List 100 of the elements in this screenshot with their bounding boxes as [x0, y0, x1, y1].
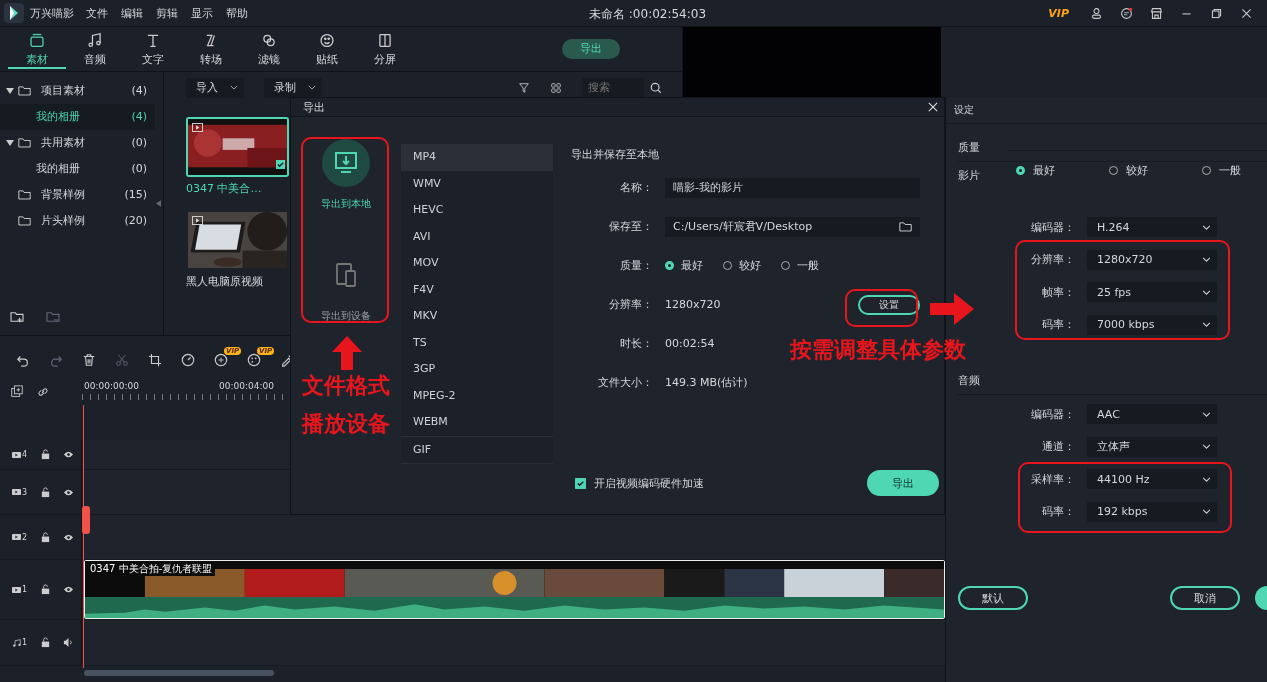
palette-icon[interactable] — [247, 353, 261, 368]
new-folder-icon[interactable] — [10, 310, 24, 323]
record-dropdown[interactable]: 录制 — [264, 77, 322, 98]
format-item[interactable]: AVI — [401, 223, 553, 251]
dropdown[interactable]: 7000 kbps — [1087, 314, 1217, 335]
folder-item[interactable]: 共用素材 (0) — [0, 129, 155, 156]
eye-icon[interactable] — [63, 449, 74, 460]
chevron-down-icon — [308, 85, 316, 91]
menu-item[interactable]: 显示 — [191, 5, 213, 21]
cancel-button[interactable]: 取消 — [1170, 586, 1240, 610]
menu-item[interactable]: 剪辑 — [156, 5, 178, 21]
time-ruler[interactable]: 00:00:00:00 00:00:04:00 — [82, 376, 288, 412]
dropdown[interactable]: 25 fps — [1087, 282, 1217, 303]
store-icon[interactable] — [1150, 6, 1163, 20]
menu-item[interactable]: 文件 — [86, 5, 108, 21]
toolbar-tab[interactable]: 贴纸 — [298, 28, 356, 70]
import-dropdown[interactable]: 导入 — [186, 77, 244, 98]
add-track-icon[interactable] — [10, 384, 24, 399]
format-item[interactable]: HEVC — [401, 197, 553, 224]
folder-item[interactable]: 片头样例 (20) — [0, 207, 155, 234]
filter-icon[interactable] — [518, 81, 530, 94]
eye-icon[interactable] — [63, 584, 74, 595]
expand-icon[interactable] — [6, 138, 14, 147]
lock-icon[interactable] — [40, 531, 51, 543]
format-item[interactable]: MP4 — [401, 144, 553, 171]
menu-item[interactable]: 帮助 — [226, 5, 248, 21]
path-field[interactable]: C:/Users/轩宸君V/Desktop — [665, 216, 920, 237]
toolbar-tab[interactable]: 音频 — [66, 28, 124, 70]
remove-folder-icon[interactable] — [46, 310, 60, 323]
grid-icon[interactable] — [550, 81, 562, 94]
album-item[interactable]: 我的相册 (4) — [0, 103, 155, 130]
export-button[interactable]: 导出 — [562, 38, 620, 59]
effect-icon[interactable] — [214, 353, 228, 368]
crop-icon[interactable] — [148, 353, 162, 368]
toolbar-tab[interactable]: 素材 — [8, 28, 66, 70]
music-note-icon — [12, 638, 21, 647]
checkbox[interactable] — [575, 477, 586, 489]
speaker-icon[interactable] — [63, 637, 74, 648]
delete-icon[interactable] — [82, 353, 96, 368]
export-button[interactable]: 导出 — [867, 470, 939, 497]
toolbar-tab[interactable]: 分屏 — [356, 28, 414, 70]
annotation-text: 播放设备 — [302, 410, 390, 438]
track-label: 2 — [12, 532, 28, 542]
album-item[interactable]: 我的相册 (0) — [0, 155, 155, 182]
scrollbar-thumb[interactable] — [84, 670, 274, 676]
expand-icon[interactable] — [6, 86, 14, 95]
menu-item[interactable]: 编辑 — [121, 5, 143, 21]
toolbar-tab[interactable]: 滤镜 — [240, 28, 298, 70]
user-icon[interactable] — [1090, 6, 1103, 20]
settings-button[interactable]: 设置 — [858, 294, 920, 315]
format-item[interactable]: GIF — [401, 435, 553, 465]
lock-icon[interactable] — [40, 449, 51, 460]
export-target[interactable]: 导出到设备 — [321, 251, 371, 324]
close-icon[interactable] — [1240, 6, 1253, 20]
field-label: 通道： — [1041, 439, 1075, 455]
redo-icon[interactable] — [49, 353, 63, 368]
undo-icon[interactable] — [16, 353, 30, 368]
format-item[interactable]: WMV — [401, 170, 553, 198]
dropdown[interactable]: H.264 — [1087, 217, 1217, 238]
dropdown[interactable]: AAC — [1087, 404, 1217, 425]
close-icon[interactable] — [928, 102, 938, 113]
video-clip[interactable]: 0347 中美合拍-复仇者联盟 — [84, 560, 945, 619]
format-item[interactable]: MOV — [401, 250, 553, 277]
radio-button[interactable] — [1016, 165, 1025, 175]
folder-item[interactable]: 背景样例 (15) — [0, 181, 155, 208]
lock-icon[interactable] — [40, 486, 51, 498]
vip-badge[interactable]: VIP — [1048, 6, 1069, 20]
dropdown[interactable]: 44100 Hz — [1087, 469, 1217, 490]
playhead-handle[interactable] — [82, 506, 90, 534]
export-target[interactable]: 导出到本地 — [321, 139, 371, 212]
format-item[interactable]: F4V — [401, 276, 553, 304]
dropdown[interactable]: 1280x720 — [1087, 249, 1217, 270]
search-field[interactable]: 搜索 — [582, 77, 644, 98]
field-label: 采样率： — [1030, 471, 1075, 487]
dropdown[interactable]: 立体声 — [1087, 436, 1217, 457]
folder-icon[interactable] — [899, 221, 912, 233]
format-item[interactable]: 3GP — [401, 356, 553, 383]
message-icon[interactable] — [1120, 6, 1133, 20]
folder-icon — [18, 137, 31, 149]
search-icon[interactable] — [650, 81, 662, 94]
format-item[interactable]: MKV — [401, 303, 553, 330]
format-item[interactable]: TS — [401, 329, 553, 357]
toolbar-tab[interactable]: 转场 — [182, 28, 240, 70]
toolbar-tab[interactable]: 文字 — [124, 28, 182, 70]
section-label: 影片 — [958, 168, 981, 183]
partial-button[interactable] — [1255, 586, 1267, 610]
format-item[interactable]: WEBM — [401, 409, 553, 436]
radio-button[interactable] — [665, 261, 674, 271]
restore-icon[interactable] — [1210, 6, 1223, 20]
video-track-icon — [12, 450, 21, 459]
default-button[interactable]: 默认 — [958, 586, 1028, 610]
name-field[interactable]: 喵影-我的影片 — [665, 177, 920, 198]
folder-item[interactable]: 项目素材 (4) — [0, 77, 155, 104]
speed-icon[interactable] — [181, 353, 195, 368]
format-item[interactable]: MPEG-2 — [401, 382, 553, 410]
radio-label: 较好 — [1126, 162, 1148, 178]
dropdown[interactable]: 192 kbps — [1087, 501, 1217, 522]
lock-icon[interactable] — [40, 637, 51, 648]
lock-icon[interactable] — [40, 584, 51, 595]
collapse-icon[interactable] — [156, 199, 161, 207]
